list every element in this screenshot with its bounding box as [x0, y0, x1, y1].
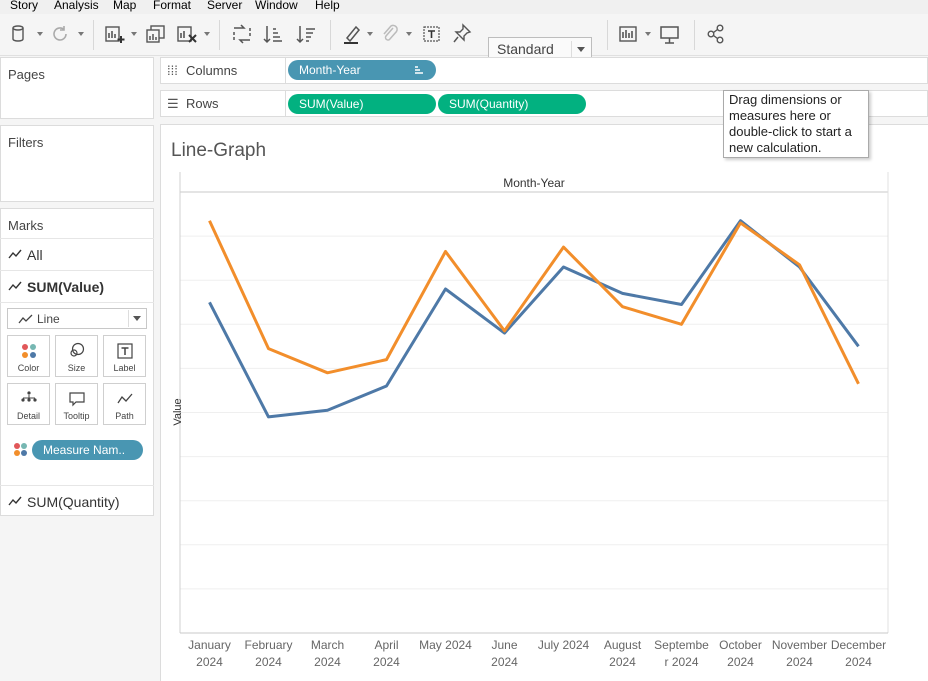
duplicate-sheet-icon[interactable] — [145, 23, 167, 47]
tooltip-button[interactable]: Tooltip — [55, 383, 98, 425]
show-cards-icon[interactable] — [618, 23, 640, 47]
path-icon — [117, 393, 133, 404]
chevron-down-icon — [571, 41, 587, 57]
marks-all-row[interactable]: All — [0, 238, 154, 270]
group-icon[interactable] — [379, 23, 401, 47]
filters-title: Filters — [8, 135, 44, 150]
rows-shelf-label: ☰ Rows — [167, 96, 219, 111]
menu-story[interactable]: Story — [10, 0, 38, 11]
color-label: Color — [17, 363, 40, 373]
marks-sum-quantity-label: SUM(Quantity) — [27, 494, 120, 510]
label-icon[interactable] — [421, 23, 443, 47]
line-mark-icon — [8, 281, 22, 291]
filters-card[interactable]: Filters — [0, 125, 154, 202]
detail-icon — [21, 391, 37, 402]
datasource-icon[interactable] — [9, 23, 31, 47]
share-icon[interactable] — [705, 23, 727, 47]
month-year-pill-label: Month-Year — [299, 63, 361, 77]
highlight-icon[interactable] — [341, 23, 363, 47]
sort-ascending-icon[interactable] — [262, 23, 284, 47]
line-mark-icon — [18, 314, 33, 324]
size-icon — [70, 342, 85, 357]
menu-map[interactable]: Map — [113, 0, 136, 11]
pin-icon[interactable] — [451, 23, 473, 47]
columns-icon: ⁞⁞⁞ — [167, 63, 178, 78]
marks-sum-value-label: SUM(Value) — [27, 279, 105, 295]
menu-format[interactable]: Format — [153, 0, 191, 11]
tooltip-line: measures here or — [729, 108, 831, 123]
text-label-icon — [117, 343, 133, 359]
tooltip-line: new calculation. — [729, 140, 822, 155]
columns-shelf-label: ⁞⁞⁞ Columns — [167, 63, 238, 78]
tooltip-line: Drag dimensions or — [729, 92, 842, 107]
line-mark-icon — [8, 249, 22, 259]
label-button[interactable]: Label — [103, 335, 146, 377]
chevron-down-icon — [128, 310, 145, 327]
month-year-pill[interactable]: Month-Year — [288, 60, 436, 80]
marks-all-label: All — [27, 247, 43, 263]
menu-bar: Story Analysis Map Format Server Window … — [0, 0, 928, 14]
sum-quantity-pill[interactable]: SUM(Quantity) — [438, 94, 586, 114]
mark-type-select[interactable]: Line — [7, 308, 147, 329]
color-encoding-icon — [14, 443, 27, 456]
viz-area — [160, 124, 928, 681]
path-button[interactable]: Path — [103, 383, 146, 425]
path-label: Path — [115, 411, 134, 421]
new-worksheet-icon[interactable] — [104, 23, 126, 47]
sort-descending-icon[interactable] — [295, 23, 317, 47]
mark-type-value: Line — [37, 312, 60, 326]
rows-icon: ☰ — [167, 96, 179, 111]
line-mark-icon — [8, 496, 22, 506]
columns-shelf[interactable]: ⁞⁞⁞ Columns — [160, 57, 928, 84]
fit-select-value: Standard — [497, 41, 554, 57]
menu-window[interactable]: Window — [255, 0, 298, 11]
size-label: Size — [67, 363, 86, 373]
tooltip-icon — [69, 392, 85, 407]
color-button[interactable]: Color — [7, 335, 50, 377]
sum-value-pill[interactable]: SUM(Value) — [288, 94, 436, 114]
swap-icon[interactable] — [231, 23, 253, 47]
detail-button[interactable]: Detail — [7, 383, 50, 425]
color-icon — [22, 344, 36, 358]
marks-sum-value-row[interactable]: SUM(Value) — [0, 270, 154, 302]
detail-label: Detail — [16, 411, 40, 421]
measure-names-pill[interactable]: Measure Nam.. — [32, 440, 143, 460]
menu-help[interactable]: Help — [315, 0, 340, 11]
pages-title: Pages — [8, 67, 45, 82]
marks-sum-quantity-row[interactable]: SUM(Quantity) — [0, 485, 154, 516]
tooltip-label: Tooltip — [63, 411, 90, 421]
clear-sheet-icon[interactable] — [176, 23, 198, 47]
presentation-icon[interactable] — [659, 23, 681, 47]
label-label: Label — [113, 363, 136, 373]
refresh-icon[interactable] — [49, 23, 71, 47]
pages-card[interactable]: Pages — [0, 57, 154, 119]
drop-hint-tooltip: Drag dimensions or measures here or doub… — [723, 90, 869, 158]
toolbar: Standard — [0, 14, 928, 61]
tooltip-line: double-click to start a — [729, 124, 852, 139]
menu-server[interactable]: Server — [207, 0, 242, 11]
size-button[interactable]: Size — [55, 335, 98, 377]
marks-title: Marks — [8, 218, 44, 233]
sort-indicator-icon — [415, 66, 423, 74]
menu-analysis[interactable]: Analysis — [54, 0, 99, 11]
sheet-title: Line-Graph — [171, 140, 267, 161]
